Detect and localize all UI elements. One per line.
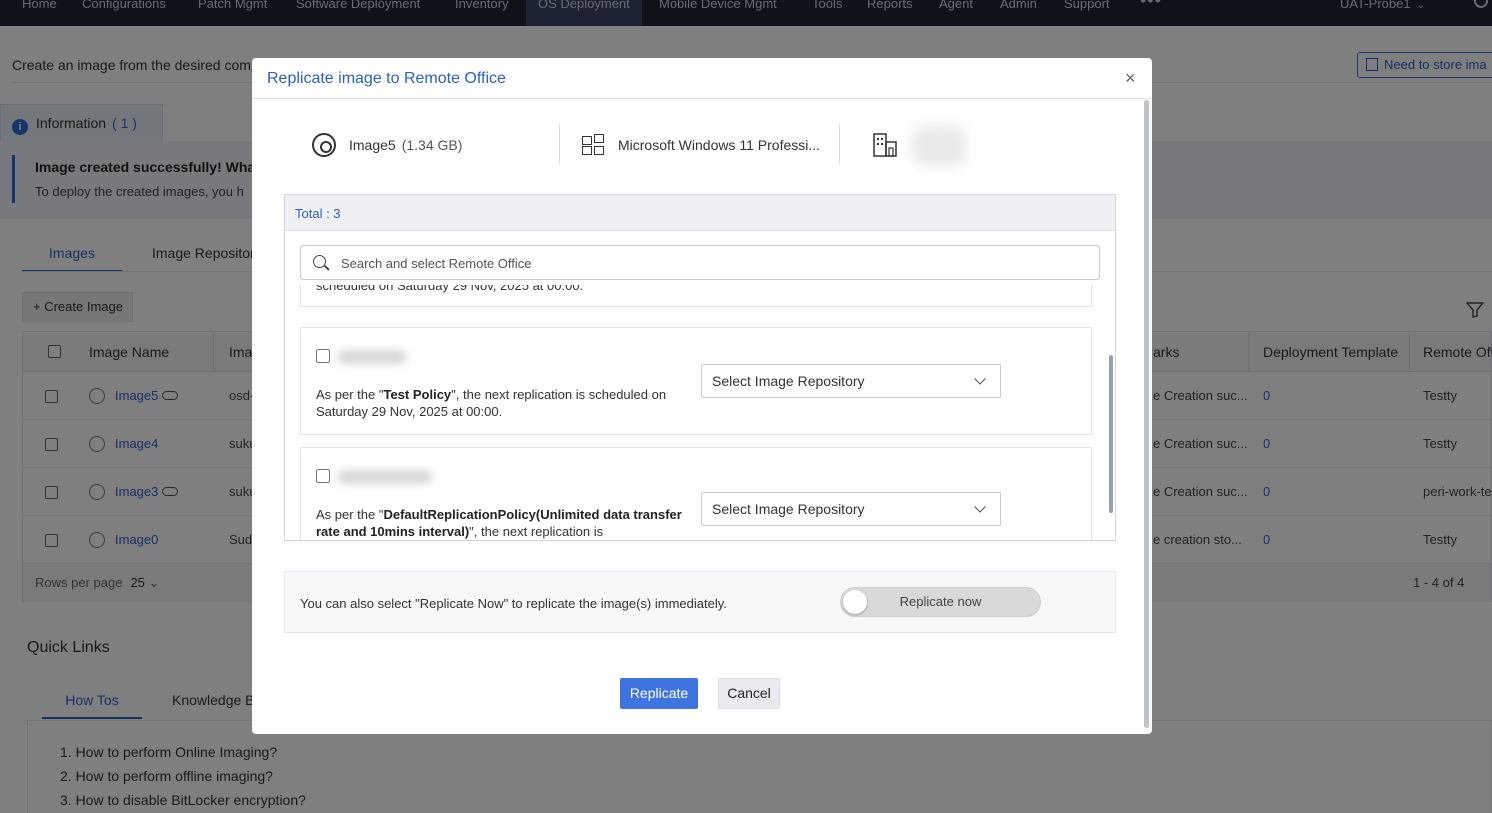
toggle-label: Replicate now	[899, 594, 982, 609]
remote-office-list: scheduled on Saturday 29 Nov, 2025 at 00…	[285, 285, 1115, 540]
image-size: (1.34 GB)	[401, 137, 463, 153]
image-name: Image5	[349, 137, 396, 153]
close-icon[interactable]: ×	[1125, 69, 1136, 87]
select-label: Select Image Repository	[712, 501, 865, 517]
remote-office-card: As per the "DefaultReplicationPolicy(Unl…	[300, 447, 1092, 540]
remote-office-card: As per the "Test Policy", the next repli…	[300, 327, 1092, 435]
redacted-office-name	[337, 350, 407, 364]
remote-office-checkbox[interactable]	[316, 349, 330, 363]
image-info: Image5 (1.34 GB)	[349, 120, 462, 170]
image-summary: Image5 (1.34 GB) Microsoft Windows 11 Pro…	[252, 120, 1132, 170]
replicate-now-section: You can also select "Replicate Now" to r…	[284, 571, 1116, 633]
dialog-title: Replicate image to Remote Office	[267, 70, 506, 87]
redacted-remote-office	[912, 126, 966, 166]
remote-office-total: Total : 3	[295, 206, 341, 221]
os-name: Microsoft Windows 11 Professi...	[618, 137, 821, 153]
dialog-header: Replicate image to Remote Office ×	[252, 58, 1152, 99]
policy-prefix: As per the "	[316, 387, 384, 402]
replication-schedule-text: As per the "DefaultReplicationPolicy(Unl…	[316, 506, 686, 540]
replicate-button[interactable]: Replicate	[620, 678, 698, 709]
policy-prefix: As per the "	[316, 507, 384, 522]
redacted-office-name	[337, 470, 432, 484]
replication-schedule-text: As per the "Test Policy", the next repli…	[316, 386, 686, 420]
disc-image-icon	[312, 133, 336, 157]
replicate-image-dialog: Replicate image to Remote Office × Image…	[252, 58, 1152, 734]
select-label: Select Image Repository	[712, 373, 865, 389]
chevron-down-icon	[974, 501, 986, 513]
remote-office-search[interactable]	[300, 245, 1100, 280]
summary-divider	[839, 124, 840, 164]
search-icon	[313, 255, 326, 268]
remote-office-checkbox[interactable]	[316, 469, 330, 483]
chevron-down-icon	[974, 373, 986, 385]
replicate-now-hint: You can also select "Replicate Now" to r…	[300, 596, 727, 611]
remote-office-card: scheduled on Saturday 29 Nov, 2025 at 00…	[300, 285, 1092, 307]
cancel-button[interactable]: Cancel	[718, 678, 780, 709]
policy-name: Test Policy	[383, 387, 452, 402]
remote-office-header: Total : 3	[285, 195, 1115, 231]
remote-office-search-input[interactable]	[341, 253, 1081, 273]
remote-office-scrollbar[interactable]	[1109, 355, 1113, 513]
replication-schedule-text: scheduled on Saturday 29 Nov, 2025 at 00…	[316, 285, 584, 293]
windows-icon	[582, 134, 606, 156]
image-repository-select[interactable]: Select Image Repository	[701, 364, 1001, 398]
image-repository-select[interactable]: Select Image Repository	[701, 492, 1001, 526]
remote-office-panel: Total : 3 scheduled on Saturday 29 Nov, …	[284, 194, 1116, 541]
building-icon	[873, 133, 897, 157]
toggle-knob	[843, 590, 867, 614]
replicate-now-toggle[interactable]: Replicate now	[840, 587, 1041, 617]
policy-suffix: ", the next replication is	[469, 524, 604, 539]
summary-divider	[559, 124, 560, 164]
dialog-scrollbar[interactable]	[1144, 100, 1149, 728]
